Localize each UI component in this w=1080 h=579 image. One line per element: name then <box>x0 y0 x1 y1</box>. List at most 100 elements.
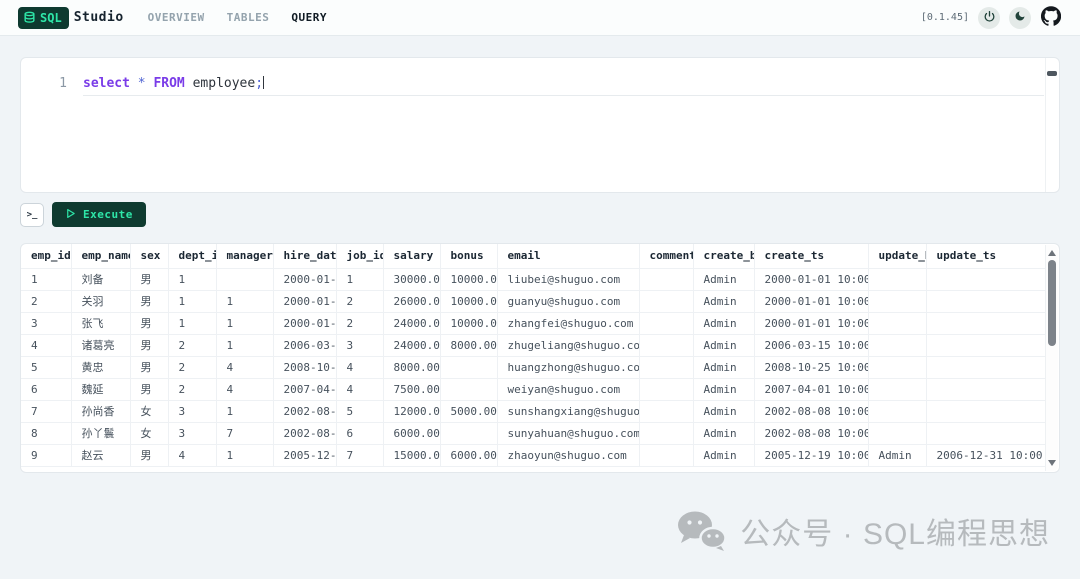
table-cell <box>639 290 693 312</box>
table-cell: 2006-12-31 10:00:00 <box>926 444 1045 466</box>
table-cell: 1 <box>168 290 216 312</box>
column-header-emp_name[interactable]: emp_name <box>71 244 130 268</box>
table-cell: 3 <box>168 422 216 444</box>
table-cell: 男 <box>130 334 168 356</box>
table-cell: 2 <box>336 290 383 312</box>
editor-scrollbar[interactable] <box>1045 58 1059 192</box>
table-cell <box>868 268 926 290</box>
table-cell: 1 <box>216 312 273 334</box>
code-line: 1 select * FROM employee; <box>21 58 1059 96</box>
table-row[interactable]: 7孙尚香女312002-08-08512000.005000.00sunshan… <box>21 400 1045 422</box>
table-cell: 刘备 <box>71 268 130 290</box>
table-cell: 6 <box>21 378 71 400</box>
table-cell: 男 <box>130 290 168 312</box>
table-cell: 2005-12-19 <box>273 444 336 466</box>
power-icon <box>983 10 996 26</box>
table-cell: 男 <box>130 378 168 400</box>
editor-scrollbar-thumb[interactable] <box>1047 71 1057 76</box>
table-cell: 关羽 <box>71 290 130 312</box>
table-cell: 30000.00 <box>383 268 440 290</box>
table-cell: 6000.00 <box>440 444 497 466</box>
table-cell <box>639 400 693 422</box>
nav-items: OVERVIEW TABLES QUERY <box>148 11 327 24</box>
nav-item-query[interactable]: QUERY <box>291 11 327 24</box>
code-token: employee <box>193 76 256 91</box>
table-cell <box>926 378 1045 400</box>
table-cell: Admin <box>693 378 754 400</box>
column-header-update_by[interactable]: update_by <box>868 244 926 268</box>
code-token: ; <box>255 76 263 91</box>
table-cell: 2008-10-25 <box>273 356 336 378</box>
code-line-content[interactable]: select * FROM employee; <box>83 75 1044 96</box>
shutdown-button[interactable] <box>978 7 1000 29</box>
table-cell: 2000-01-01 10:00:00 <box>754 290 868 312</box>
database-icon <box>23 11 36 24</box>
column-header-emp_id[interactable]: emp_id <box>21 244 71 268</box>
table-row[interactable]: 5黄忠男242008-10-2548000.00huangzhong@shugu… <box>21 356 1045 378</box>
table-cell: 男 <box>130 444 168 466</box>
table-cell: 男 <box>130 268 168 290</box>
results-table: emp_idemp_namesexdept_idmanagerhire_date… <box>21 244 1045 467</box>
github-link[interactable] <box>1040 7 1062 29</box>
execute-label: Execute <box>83 208 133 221</box>
table-cell: 6 <box>336 422 383 444</box>
table-cell: 2002-08-08 <box>273 400 336 422</box>
brand-sql: SQL <box>40 11 62 25</box>
table-scrollbar-thumb[interactable] <box>1048 260 1056 346</box>
column-header-hire_date[interactable]: hire_date <box>273 244 336 268</box>
terminal-prompt-icon[interactable]: >_ <box>20 203 44 227</box>
table-row[interactable]: 1刘备男12000-01-01130000.0010000.00liubei@s… <box>21 268 1045 290</box>
table-cell: 1 <box>216 290 273 312</box>
table-cell: 8000.00 <box>440 334 497 356</box>
table-cell: 24000.00 <box>383 312 440 334</box>
table-row[interactable]: 3张飞男112000-01-01224000.0010000.00zhangfe… <box>21 312 1045 334</box>
theme-toggle-button[interactable] <box>1009 7 1031 29</box>
table-cell: 15000.00 <box>383 444 440 466</box>
table-cell <box>639 334 693 356</box>
scroll-down-arrow[interactable] <box>1046 457 1058 469</box>
sql-editor[interactable]: 1 select * FROM employee; <box>20 57 1060 193</box>
table-cell: 2000-01-01 <box>273 268 336 290</box>
column-header-email[interactable]: email <box>497 244 639 268</box>
column-header-bonus[interactable]: bonus <box>440 244 497 268</box>
column-header-comments[interactable]: comments <box>639 244 693 268</box>
table-cell <box>926 312 1045 334</box>
table-cell: 2000-01-01 10:00:00 <box>754 268 868 290</box>
table-cell: Admin <box>693 290 754 312</box>
column-header-update_ts[interactable]: update_ts <box>926 244 1045 268</box>
table-cell <box>440 378 497 400</box>
nav-item-overview[interactable]: OVERVIEW <box>148 11 205 24</box>
table-scrollbar[interactable] <box>1045 245 1058 471</box>
table-cell: 2 <box>168 378 216 400</box>
execute-button[interactable]: Execute <box>52 202 146 227</box>
table-cell: 2000-01-01 <box>273 312 336 334</box>
table-cell: 10000.00 <box>440 290 497 312</box>
column-header-sex[interactable]: sex <box>130 244 168 268</box>
column-header-salary[interactable]: salary <box>383 244 440 268</box>
table-cell: 张飞 <box>71 312 130 334</box>
results-panel: emp_idemp_namesexdept_idmanagerhire_date… <box>20 243 1060 473</box>
table-cell: 4 <box>336 378 383 400</box>
table-row[interactable]: 6魏延男242007-04-0147500.00weiyan@shuguo.co… <box>21 378 1045 400</box>
table-row[interactable]: 9赵云男412005-12-19715000.006000.00zhaoyun@… <box>21 444 1045 466</box>
table-cell: 孙尚香 <box>71 400 130 422</box>
navbar-right: [0.1.45] <box>921 7 1062 29</box>
table-cell: 1 <box>168 268 216 290</box>
column-header-dept_id[interactable]: dept_id <box>168 244 216 268</box>
table-cell: 4 <box>336 356 383 378</box>
column-header-manager[interactable]: manager <box>216 244 273 268</box>
app-logo[interactable]: SQL <box>18 7 69 29</box>
scroll-up-arrow[interactable] <box>1046 247 1058 259</box>
column-header-create_ts[interactable]: create_ts <box>754 244 868 268</box>
column-header-create_by[interactable]: create_by <box>693 244 754 268</box>
table-cell: Admin <box>693 334 754 356</box>
nav-item-tables[interactable]: TABLES <box>227 11 270 24</box>
table-cell <box>868 334 926 356</box>
table-cell: 7 <box>336 444 383 466</box>
table-cell: 2 <box>21 290 71 312</box>
table-cell: 7 <box>21 400 71 422</box>
column-header-job_id[interactable]: job_id <box>336 244 383 268</box>
table-row[interactable]: 8孙丫鬟女372002-08-0866000.00sunyahuan@shugu… <box>21 422 1045 444</box>
table-row[interactable]: 2关羽男112000-01-01226000.0010000.00guanyu@… <box>21 290 1045 312</box>
table-row[interactable]: 4诸葛亮男212006-03-15324000.008000.00zhugeli… <box>21 334 1045 356</box>
